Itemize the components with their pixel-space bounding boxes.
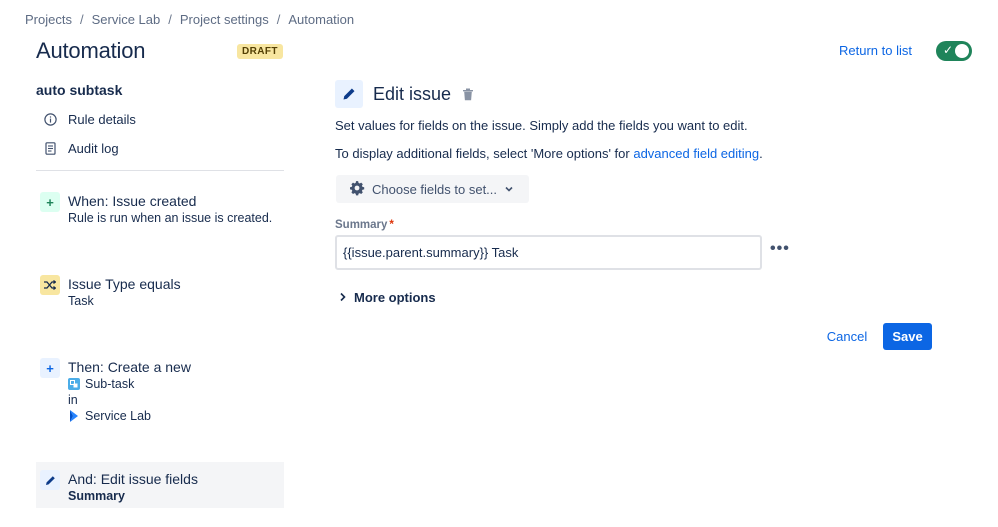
panel-description: Set values for fields on the issue. Simp… <box>335 118 748 133</box>
audit-log-label: Audit log <box>68 141 119 156</box>
draft-badge: DRAFT <box>237 44 283 59</box>
breadcrumb-separator: / <box>79 12 84 27</box>
plus-icon: + <box>40 358 60 378</box>
subtask-icon <box>68 378 80 390</box>
step-issuetype-line: Sub-task <box>68 376 276 392</box>
document-icon <box>44 142 57 155</box>
required-asterisk: * <box>389 219 394 231</box>
rule-details-label: Rule details <box>68 112 136 127</box>
breadcrumb-service-lab[interactable]: Service Lab <box>92 12 161 27</box>
pencil-icon <box>40 470 60 490</box>
step-title: When: Issue created <box>68 193 197 209</box>
trash-icon[interactable] <box>462 88 474 101</box>
summary-label-text: Summary <box>335 219 388 231</box>
breadcrumb-separator: / <box>276 12 281 27</box>
summary-input[interactable] <box>335 235 762 270</box>
check-icon: ✓ <box>943 43 954 57</box>
advanced-field-editing-link[interactable]: advanced field editing <box>633 146 759 161</box>
chevron-down-icon <box>504 182 514 197</box>
breadcrumb-automation[interactable]: Automation <box>288 12 354 27</box>
step-action-create-issue[interactable]: + Then: Create a new Sub-task in Service… <box>36 350 284 432</box>
step-subtitle: Task <box>68 294 94 308</box>
choose-fields-label: Choose fields to set... <box>372 181 498 197</box>
sidebar-divider <box>36 170 284 171</box>
panel-title: Edit issue <box>373 83 452 104</box>
step-title: Then: Create a new <box>68 359 191 375</box>
choose-fields-button[interactable]: Choose fields to set... <box>336 175 529 203</box>
breadcrumb-project-settings[interactable]: Project settings <box>180 12 269 27</box>
more-options-toggle[interactable]: More options <box>339 290 436 305</box>
step-trigger-issue-created[interactable]: + When: Issue created Rule is run when a… <box>36 184 284 234</box>
step-action-edit-issue[interactable]: And: Edit issue fields Summary <box>36 462 284 508</box>
step-in-text: in <box>68 393 78 407</box>
rule-details-link[interactable]: Rule details <box>44 112 136 127</box>
page-title: Automation <box>36 38 146 63</box>
save-button[interactable]: Save <box>883 323 932 350</box>
panel-description-advanced: To display additional fields, select 'Mo… <box>335 146 763 161</box>
step-title: And: Edit issue fields <box>68 471 198 487</box>
more-options-label: More options <box>354 290 436 305</box>
shuffle-icon <box>40 275 60 295</box>
step-title: Issue Type equals <box>68 276 181 292</box>
gear-icon <box>349 180 365 199</box>
toggle-knob <box>955 44 969 58</box>
rule-name: auto subtask <box>36 82 123 98</box>
breadcrumb-separator: / <box>168 12 172 27</box>
audit-log-link[interactable]: Audit log <box>44 141 119 156</box>
step-subtitle: Summary <box>68 489 125 503</box>
summary-field-label: Summary * <box>335 219 394 231</box>
more-actions-icon[interactable]: ••• <box>770 240 790 258</box>
desc-prefix: To display additional fields, select 'Mo… <box>335 146 634 161</box>
chevron-right-icon <box>339 290 347 305</box>
project-icon <box>70 410 78 422</box>
step-project-line: Service Lab <box>68 408 276 424</box>
panel-header: Edit issue <box>335 80 474 108</box>
pencil-icon <box>335 80 363 108</box>
issue-type-name: Sub-task <box>85 377 135 391</box>
rule-enabled-toggle[interactable]: ✓ <box>936 41 972 61</box>
plus-icon: + <box>40 192 60 212</box>
cancel-button[interactable]: Cancel <box>818 323 876 350</box>
return-to-list-link[interactable]: Return to list <box>839 43 912 58</box>
project-name: Service Lab <box>85 409 152 423</box>
desc-suffix: . <box>759 146 763 161</box>
breadcrumb-projects[interactable]: Projects <box>25 12 72 27</box>
step-subtitle: Rule is run when an issue is created. <box>68 211 273 225</box>
step-condition-issue-type[interactable]: Issue Type equals Task <box>36 267 284 317</box>
info-icon <box>44 113 57 126</box>
breadcrumb: Projects / Service Lab / Project setting… <box>25 12 354 27</box>
